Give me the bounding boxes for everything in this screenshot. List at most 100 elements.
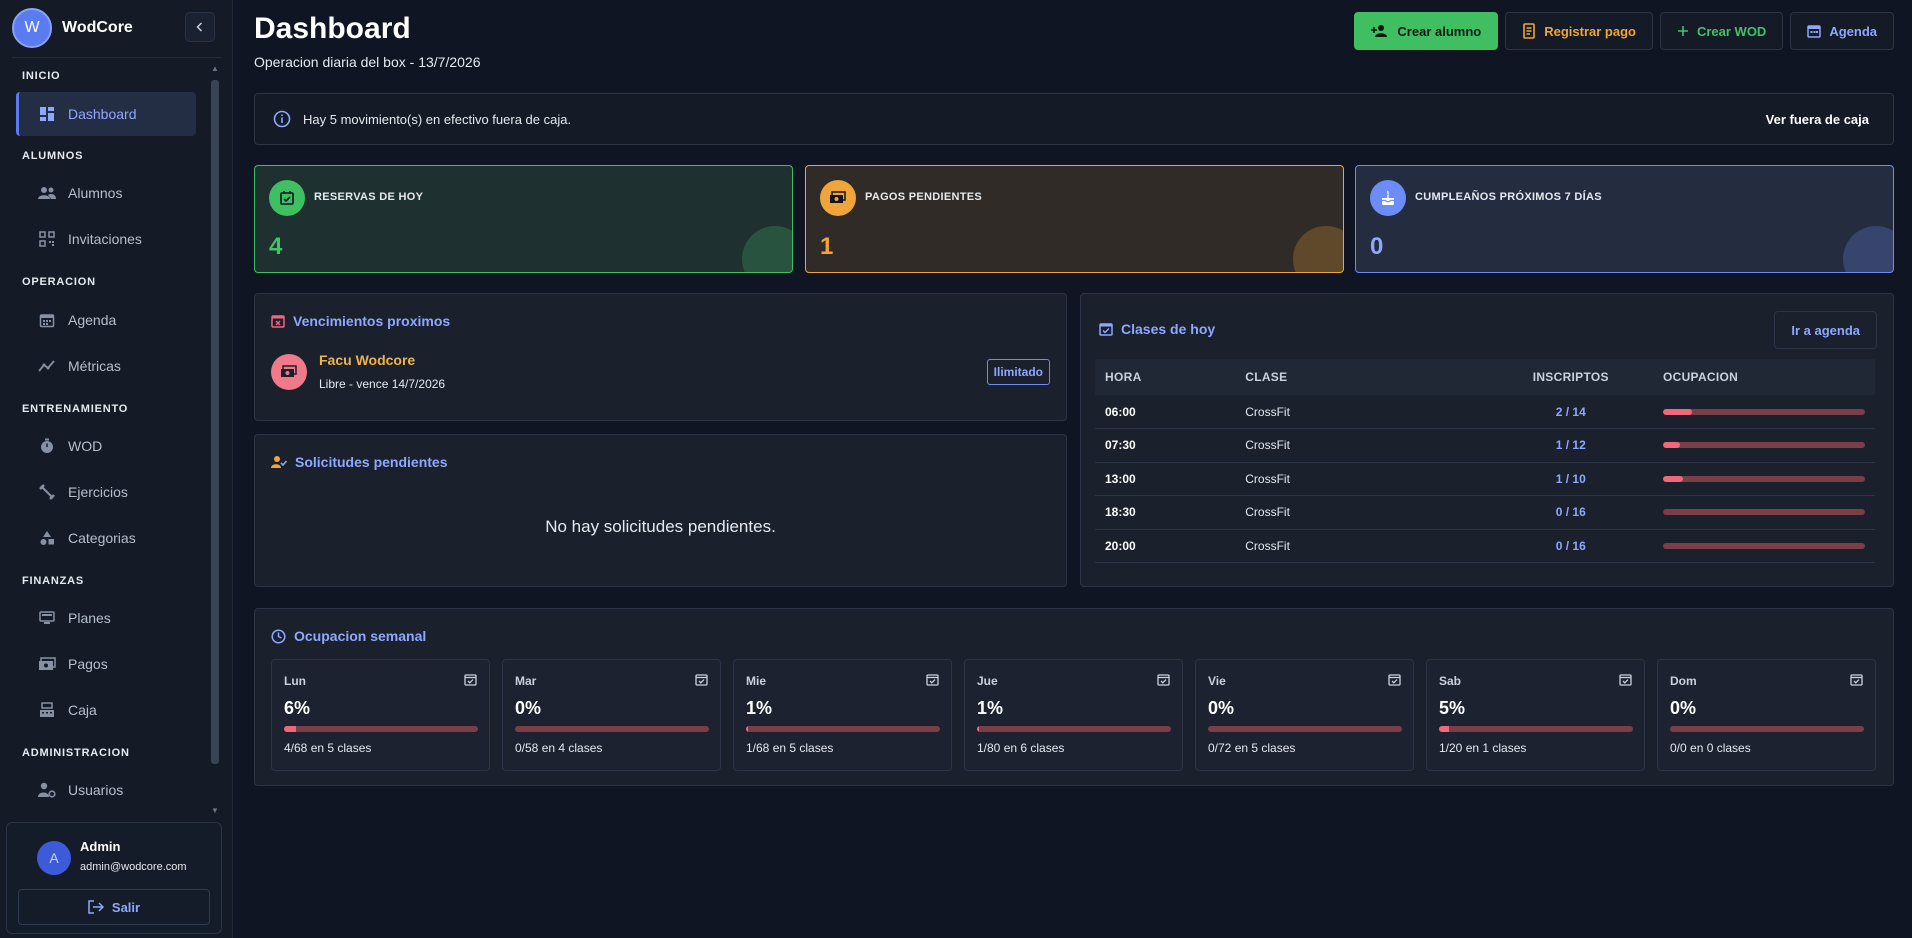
day-occupancy-bar [515, 726, 709, 732]
clases-table: HORA CLASE INSCRIPTOS OCUPACION 06:00 Cr… [1095, 359, 1875, 563]
page-subtitle: Operacion diaria del box - 13/7/2026 [254, 54, 481, 70]
stat-label: RESERVAS DE HOY [314, 191, 424, 203]
collapse-sidebar-button[interactable] [185, 12, 215, 42]
stat-value: 1 [820, 233, 834, 260]
receipt-icon [1522, 23, 1536, 39]
day-occupancy-fill [1439, 726, 1449, 732]
column-header-ocupacion: OCUPACION [1652, 359, 1875, 395]
user-plus-icon [1371, 24, 1389, 38]
calendar-icon [1807, 24, 1822, 38]
dashboard-icon [38, 105, 56, 123]
cash-register-icon [38, 701, 56, 719]
stat-value: 0 [1370, 233, 1384, 260]
plus-icon [1677, 25, 1689, 37]
day-summary: 0/0 en 0 clases [1670, 741, 1751, 755]
day-occupancy-bar [746, 726, 940, 732]
brand-name: WodCore [62, 19, 133, 36]
banner-text: Hay 5 movimiento(s) en efectivo fuera de… [303, 111, 572, 127]
user-card: A Admin admin@wodcore.com Salir [6, 822, 222, 934]
empty-state-message: No hay solicitudes pendientes. [545, 517, 776, 536]
day-name: Sab [1439, 674, 1462, 688]
class-enrolled: 1 / 10 [1488, 462, 1653, 496]
table-row[interactable]: 07:30 CrossFit 1 / 12 [1095, 428, 1875, 463]
solicitudes-panel: Solicitudes pendientes No hay solicitude… [254, 434, 1067, 587]
vencimiento-member-name[interactable]: Facu Wodcore [319, 352, 415, 368]
class-enrolled: 1 / 12 [1488, 428, 1653, 463]
registrar-pago-button[interactable]: Registrar pago [1505, 12, 1653, 50]
plan-badge: Ilimitado [986, 359, 1050, 385]
class-occupancy [1652, 529, 1875, 563]
sidebar-item-caja[interactable]: Caja [16, 688, 196, 732]
nav-section-inicio: INICIO [22, 70, 61, 82]
registrar-pago-label: Registrar pago [1544, 23, 1636, 39]
day-name: Lun [284, 674, 306, 688]
day-card-lun: Lun 6% 4/68 en 5 clases [271, 659, 490, 771]
sidebar-item-planes[interactable]: Planes [16, 596, 196, 640]
scrollbar-thumb[interactable] [211, 80, 219, 764]
occupancy-fill [1662, 442, 1680, 449]
money-icon [820, 180, 856, 216]
sidebar-item-metricas[interactable]: Métricas [16, 344, 196, 388]
money-icon [38, 655, 56, 673]
panel-title: Ocupacion semanal [271, 628, 426, 644]
ver-fuera-de-caja-link[interactable]: Ver fuera de caja [1766, 112, 1869, 127]
table-row[interactable]: 06:00 CrossFit 2 / 14 [1095, 395, 1875, 429]
panel-title: Vencimientos proximos [271, 313, 450, 329]
sidebar-item-agenda[interactable]: Agenda [16, 298, 196, 342]
table-row[interactable]: 18:30 CrossFit 0 / 16 [1095, 495, 1875, 530]
day-occupancy-bar [1208, 726, 1402, 732]
logout-button[interactable]: Salir [18, 889, 210, 925]
class-time: 06:00 [1095, 395, 1236, 429]
table-row[interactable]: 13:00 CrossFit 1 / 10 [1095, 462, 1875, 496]
clock-icon [271, 628, 286, 644]
vencimiento-detail: Libre - vence 14/7/2026 [319, 377, 446, 391]
day-summary: 0/72 en 5 clases [1208, 741, 1296, 755]
stat-card-reservas[interactable]: RESERVAS DE HOY 4 [254, 165, 793, 273]
occupancy-fill [1662, 475, 1684, 482]
calendar-check-icon [269, 180, 305, 216]
column-header-hora: HORA [1095, 359, 1236, 395]
sidebar-scrollbar[interactable]: ▲ ▼ [209, 62, 221, 818]
user-name: Admin [80, 839, 121, 854]
class-time: 13:00 [1095, 462, 1236, 496]
sidebar-item-dashboard[interactable]: Dashboard [16, 92, 196, 136]
class-enrolled: 0 / 16 [1488, 495, 1653, 530]
occupancy-bar [1662, 542, 1865, 549]
class-enrolled: 0 / 16 [1488, 529, 1653, 563]
day-summary: 4/68 en 5 clases [284, 741, 372, 755]
agenda-button[interactable]: Agenda [1790, 12, 1894, 50]
table-row[interactable]: 20:00 CrossFit 0 / 16 [1095, 529, 1875, 563]
occupancy-fill [1662, 408, 1692, 415]
money-icon [271, 354, 307, 390]
day-percentage: 0% [515, 698, 542, 718]
sidebar-item-categorias[interactable]: Categorias [16, 516, 196, 560]
user-settings-icon [38, 781, 56, 799]
clases-hoy-panel: Clases de hoy Ir a agenda HORA CLASE INS… [1080, 293, 1894, 587]
crear-alumno-button[interactable]: Crear alumno [1354, 12, 1499, 50]
class-name: CrossFit [1235, 495, 1489, 530]
header-actions: Crear alumno Registrar pago Crear WOD Ag… [1354, 12, 1894, 50]
nav-section-operacion: OPERACION [22, 276, 96, 288]
day-percentage: 1% [746, 698, 773, 718]
ir-a-agenda-button[interactable]: Ir a agenda [1774, 311, 1877, 349]
scroll-up-icon[interactable]: ▲ [210, 64, 220, 74]
crear-wod-label: Crear WOD [1696, 23, 1767, 39]
stat-card-cumpleanos[interactable]: CUMPLEAÑOS PRÓXIMOS 7 DÍAS 0 [1355, 165, 1894, 273]
sidebar-item-usuarios[interactable]: Usuarios [16, 768, 196, 812]
class-time: 07:30 [1095, 428, 1236, 463]
users-icon [38, 184, 56, 202]
sidebar-item-wod[interactable]: WOD [16, 424, 196, 468]
sidebar-item-invitaciones[interactable]: Invitaciones [16, 217, 196, 261]
day-card-mar: Mar 0% 0/58 en 4 clases [502, 659, 721, 771]
sidebar-item-pagos[interactable]: Pagos [16, 642, 196, 686]
class-name: CrossFit [1235, 428, 1489, 463]
crear-wod-button[interactable]: Crear WOD [1659, 12, 1784, 50]
day-percentage: 6% [284, 698, 311, 718]
sidebar-item-ejercicios[interactable]: Ejercicios [16, 470, 196, 514]
sidebar: W WodCore INICIO Dashboard ALUMNOS Alumn… [0, 0, 233, 938]
sidebar-item-alumnos[interactable]: Alumnos [16, 171, 196, 215]
stat-card-pagos[interactable]: PAGOS PENDIENTES 1 [805, 165, 1344, 273]
class-name: CrossFit [1235, 395, 1489, 429]
day-name: Dom [1670, 674, 1697, 688]
scroll-down-icon[interactable]: ▼ [210, 806, 220, 816]
